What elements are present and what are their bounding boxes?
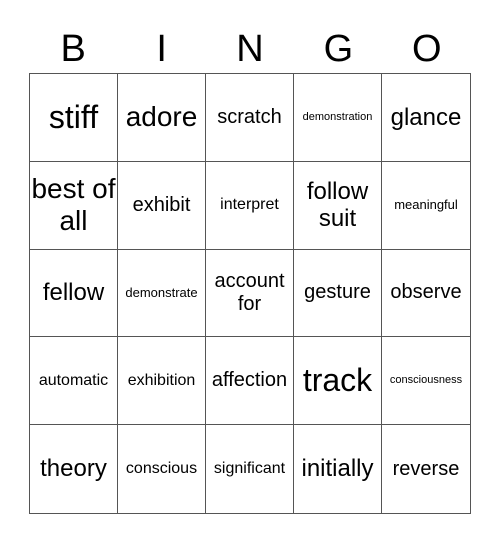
bingo-cell[interactable]: reverse (382, 425, 470, 513)
bingo-cell[interactable]: exhibition (118, 337, 206, 426)
bingo-cell[interactable]: gesture (294, 249, 382, 338)
bingo-cell[interactable]: observe (382, 250, 470, 338)
bingo-cell[interactable]: follow suit (294, 161, 382, 250)
bingo-cell[interactable]: account for (206, 249, 294, 338)
bingo-cell[interactable]: adore (118, 74, 206, 162)
bingo-cell[interactable]: automatic (30, 337, 118, 426)
bingo-cell[interactable]: demonstrate (118, 249, 206, 338)
header-letter-o: O (412, 28, 442, 70)
bingo-cell[interactable]: best of all (30, 161, 118, 250)
bingo-cell[interactable]: stiff (30, 74, 118, 162)
bingo-cell[interactable]: demonstration (294, 74, 382, 162)
bingo-header: B I N G O (29, 26, 471, 72)
bingo-cell[interactable]: exhibit (118, 161, 206, 250)
bingo-cell[interactable]: affection (206, 337, 294, 426)
header-letter-b: B (60, 28, 86, 70)
bingo-cell[interactable]: scratch (206, 74, 294, 162)
bingo-cell[interactable]: meaningful (382, 162, 470, 250)
header-letter-n: N (236, 28, 264, 70)
bingo-cell[interactable]: significant (206, 425, 294, 513)
header-letter-g: G (323, 28, 354, 70)
bingo-cell[interactable]: theory (30, 425, 118, 513)
bingo-grid: stiff adore scratch demonstration glance… (29, 73, 471, 514)
bingo-cell[interactable]: conscious (118, 425, 206, 513)
bingo-cell[interactable]: interpret (206, 161, 294, 250)
bingo-cell[interactable]: track (294, 337, 382, 426)
bingo-cell[interactable]: fellow (30, 249, 118, 338)
header-letter-i: I (156, 28, 167, 70)
bingo-cell[interactable]: consciousness (382, 337, 470, 426)
bingo-cell[interactable]: initially (294, 425, 382, 513)
bingo-cell[interactable]: glance (382, 74, 470, 162)
